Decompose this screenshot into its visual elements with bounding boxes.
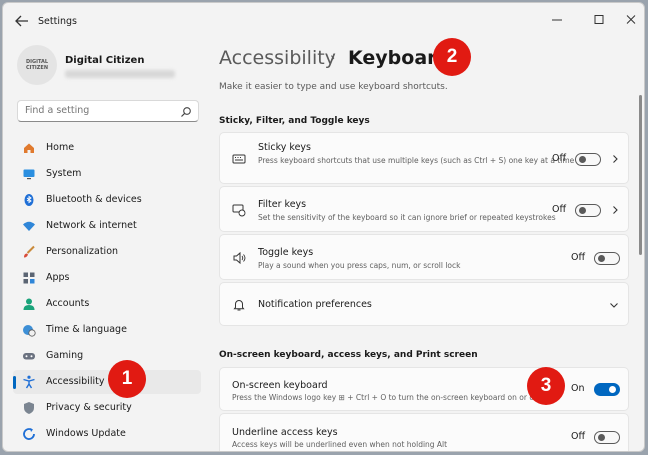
filter-keys-state: Off xyxy=(552,204,567,215)
avatar[interactable]: DIGITAL CITIZEN xyxy=(17,45,57,85)
sidebar-item-label: Network & internet xyxy=(46,220,137,231)
toggle-keys-desc: Play a sound when you press caps, num, o… xyxy=(258,261,461,270)
sidebar-item-label: Apps xyxy=(46,272,70,283)
keyboard-icon xyxy=(232,154,246,164)
underline-access-keys-card[interactable]: Underline access keys Access keys will b… xyxy=(219,413,629,451)
sidebar-item-network[interactable]: Network & internet xyxy=(13,214,201,238)
gamepad-icon xyxy=(23,353,35,360)
apps-icon xyxy=(23,272,35,284)
section-heading-onscreen: On-screen keyboard, access keys, and Pri… xyxy=(219,350,478,360)
filter-keys-card[interactable]: Filter keys Set the sensitivity of the k… xyxy=(219,186,629,232)
callout-badge-3: 3 xyxy=(527,367,565,405)
callout-badge-2: 2 xyxy=(433,38,471,76)
app-title: Settings xyxy=(38,16,77,27)
notification-preferences-title: Notification preferences xyxy=(258,299,372,310)
underline-access-keys-desc: Access keys will be underlined even when… xyxy=(232,440,448,449)
onscreen-keyboard-desc: Press the Windows logo key ⊞ + Ctrl + O … xyxy=(232,393,540,402)
brush-icon xyxy=(24,245,35,258)
sidebar-item-personalization[interactable]: Personalization xyxy=(13,240,201,264)
minimize-icon[interactable] xyxy=(547,11,567,29)
bluetooth-icon xyxy=(24,194,34,206)
sticky-keys-title: Sticky keys xyxy=(258,142,312,153)
search-input[interactable] xyxy=(25,105,175,116)
update-icon xyxy=(23,428,35,440)
sidebar-item-label: Privacy & security xyxy=(46,402,132,413)
onscreen-keyboard-card[interactable]: On-screen keyboard Press the Windows log… xyxy=(219,367,629,411)
globe-clock-icon xyxy=(23,325,36,337)
search-icon[interactable] xyxy=(180,106,192,118)
page-subtitle: Make it easier to type and use keyboard … xyxy=(219,82,448,92)
callout-badge-1: 1 xyxy=(108,360,146,398)
underline-access-keys-title: Underline access keys xyxy=(232,427,338,438)
sidebar-item-label: Time & language xyxy=(46,324,127,335)
close-icon[interactable] xyxy=(621,11,641,29)
onscreen-keyboard-title: On-screen keyboard xyxy=(232,380,328,391)
sidebar-item-label: Personalization xyxy=(46,246,119,257)
onscreen-keyboard-state: On xyxy=(571,383,585,394)
filter-keys-desc: Set the sensitivity of the keyboard so i… xyxy=(258,213,556,222)
sidebar-item-privacy-security[interactable]: Privacy & security xyxy=(13,396,201,420)
onscreen-keyboard-toggle[interactable] xyxy=(594,383,620,396)
section-heading-sticky: Sticky, Filter, and Toggle keys xyxy=(219,116,370,126)
speaker-icon xyxy=(233,251,246,265)
bell-icon xyxy=(233,300,245,311)
scrollbar-thumb[interactable] xyxy=(639,95,642,255)
person-icon xyxy=(23,298,35,310)
maximize-icon[interactable] xyxy=(589,11,609,29)
profile-name: Digital Citizen xyxy=(65,55,145,66)
sticky-keys-toggle[interactable] xyxy=(575,153,601,166)
sidebar-item-label: System xyxy=(46,168,82,179)
sticky-keys-desc: Press keyboard shortcuts that use multip… xyxy=(258,156,575,165)
sidebar-item-label: Accounts xyxy=(46,298,90,309)
sidebar-item-time-language[interactable]: Time & language xyxy=(13,318,201,342)
toggle-keys-state: Off xyxy=(571,252,586,263)
sidebar-item-gaming[interactable]: Gaming xyxy=(13,344,201,368)
back-arrow-icon[interactable] xyxy=(13,13,31,29)
toggle-keys-card[interactable]: Toggle keys Play a sound when you press … xyxy=(219,234,629,280)
sidebar-item-accounts[interactable]: Accounts xyxy=(13,292,201,316)
monitor-icon xyxy=(23,169,35,180)
sidebar-item-apps[interactable]: Apps xyxy=(13,266,201,290)
underline-access-keys-toggle[interactable] xyxy=(594,431,620,444)
filter-keys-toggle[interactable] xyxy=(575,204,601,217)
sidebar-item-label: Gaming xyxy=(46,350,84,361)
home-icon xyxy=(24,143,34,153)
sticky-keys-card[interactable]: Sticky keys Press keyboard shortcuts tha… xyxy=(219,132,629,184)
sidebar-item-label: Windows Update xyxy=(46,428,126,439)
notification-preferences-card[interactable]: Notification preferences xyxy=(219,282,629,326)
sidebar-item-windows-update[interactable]: Windows Update xyxy=(13,422,201,446)
sidebar-item-accessibility[interactable]: Accessibility xyxy=(13,370,201,394)
chevron-right-icon xyxy=(613,206,618,214)
filter-keys-title: Filter keys xyxy=(258,199,307,210)
breadcrumb-parent[interactable]: Accessibility xyxy=(219,47,336,69)
chevron-right-icon xyxy=(613,155,618,163)
breadcrumb-separator: › xyxy=(330,51,336,66)
title-bar: Settings xyxy=(3,3,644,39)
profile-email-blurred xyxy=(65,70,175,78)
shield-icon xyxy=(24,402,34,414)
sidebar-item-label: Home xyxy=(46,142,75,153)
scrollbar[interactable] xyxy=(639,95,642,445)
sidebar-item-system[interactable]: System xyxy=(13,162,201,186)
search-box[interactable] xyxy=(17,100,199,122)
sidebar-item-label: Bluetooth & devices xyxy=(46,194,142,205)
toggle-keys-title: Toggle keys xyxy=(258,247,314,258)
sidebar-item-bluetooth[interactable]: Bluetooth & devices xyxy=(13,188,201,212)
accessibility-icon xyxy=(23,375,35,389)
toggle-keys-toggle[interactable] xyxy=(594,252,620,265)
sidebar-item-label: Accessibility xyxy=(46,376,105,387)
wifi-icon xyxy=(23,221,35,231)
active-indicator xyxy=(13,376,16,389)
underline-access-keys-state: Off xyxy=(571,431,586,442)
chevron-down-icon xyxy=(610,303,618,308)
sticky-keys-state: Off xyxy=(552,153,567,164)
sidebar-item-home[interactable]: Home xyxy=(13,136,201,160)
keyboard-clock-icon xyxy=(232,204,246,217)
